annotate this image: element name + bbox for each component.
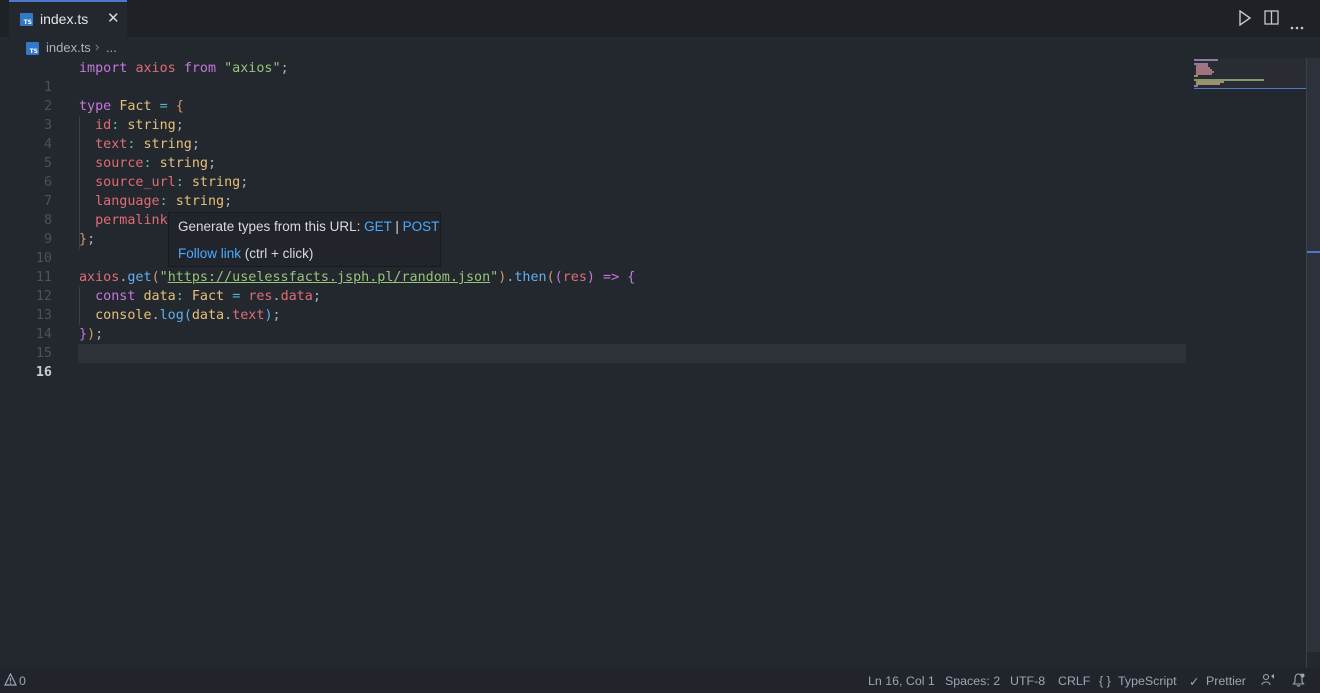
tab-index-ts[interactable]: index.ts ✕: [9, 0, 127, 37]
run-icon[interactable]: [1238, 9, 1252, 31]
code-line: 6 source: string;: [0, 154, 1186, 190]
typescript-file-icon: [26, 42, 39, 55]
check-icon: ✓: [1189, 675, 1200, 689]
cursor-position[interactable]: Ln 16, Col 1: [868, 674, 935, 688]
breadcrumb-more[interactable]: ...: [106, 40, 117, 55]
code-line: 14 console.log(data.text);: [0, 306, 1186, 342]
language-mode[interactable]: TypeScript: [1118, 674, 1177, 688]
code-line: 12 axios.get("https://uselessfacts.jsph.…: [0, 268, 1186, 304]
code-line: 7 source_url: string;: [0, 173, 1186, 209]
follow-link-row: Follow link (ctrl + click): [178, 246, 314, 261]
prettier-status[interactable]: Prettier: [1206, 674, 1246, 688]
scrollbar-thumb[interactable]: [1307, 58, 1320, 652]
code-line: 13 const data: Fact = res.data;: [0, 287, 1186, 323]
minimap[interactable]: [1186, 37, 1306, 668]
cursor-overview-marker: [1307, 251, 1320, 253]
follow-link[interactable]: Follow link: [178, 246, 241, 261]
code-line: 5 text: string;: [0, 135, 1186, 171]
breadcrumb: index.ts › ...: [0, 38, 1186, 58]
close-icon[interactable]: ✕: [107, 10, 120, 27]
status-bar: 0 Ln 16, Col 1 Spaces: 2 UTF-8 CRLF { } …: [0, 668, 1320, 693]
notification-bell-icon[interactable]: [1292, 673, 1305, 690]
line-number: 16: [35, 365, 52, 380]
post-link[interactable]: POST: [403, 219, 440, 234]
url-link[interactable]: https://uselessfacts.jsph.pl/random.json: [168, 270, 490, 285]
split-editor-icon[interactable]: [1264, 10, 1279, 30]
encoding[interactable]: UTF-8: [1010, 674, 1045, 688]
problems-count[interactable]: 0: [19, 674, 26, 688]
code-line: 8 language: string;: [0, 192, 1186, 228]
generate-types-row: Generate types from this URL: GET | POST: [178, 219, 440, 234]
warning-icon[interactable]: [4, 672, 17, 689]
indentation[interactable]: Spaces: 2: [945, 674, 1000, 688]
tab-bar: index.ts ✕: [0, 0, 1320, 37]
line-ending[interactable]: CRLF: [1058, 674, 1090, 688]
braces-icon: { }: [1099, 674, 1111, 688]
code-line: 15 });: [0, 325, 1186, 361]
code-line: 4 id: string;: [0, 116, 1186, 152]
code-line: 2: [0, 78, 1186, 114]
code-line: 1 import axios from "axios";: [0, 59, 1186, 95]
code-editor[interactable]: 1 import axios from "axios"; 2 3 type Fa…: [0, 59, 1186, 668]
hover-tooltip: Generate types from this URL: GET | POST…: [168, 212, 441, 267]
code-line: 16: [0, 344, 1186, 380]
chevron-right-icon: ›: [95, 39, 100, 54]
get-link[interactable]: GET: [364, 219, 392, 234]
breadcrumb-file[interactable]: index.ts: [46, 40, 91, 55]
code-line: 3 type Fact = {: [0, 97, 1186, 133]
typescript-file-icon: [20, 13, 33, 26]
more-icon[interactable]: [1290, 17, 1304, 35]
tab-label: index.ts: [40, 11, 89, 27]
feedback-icon[interactable]: [1261, 673, 1275, 690]
